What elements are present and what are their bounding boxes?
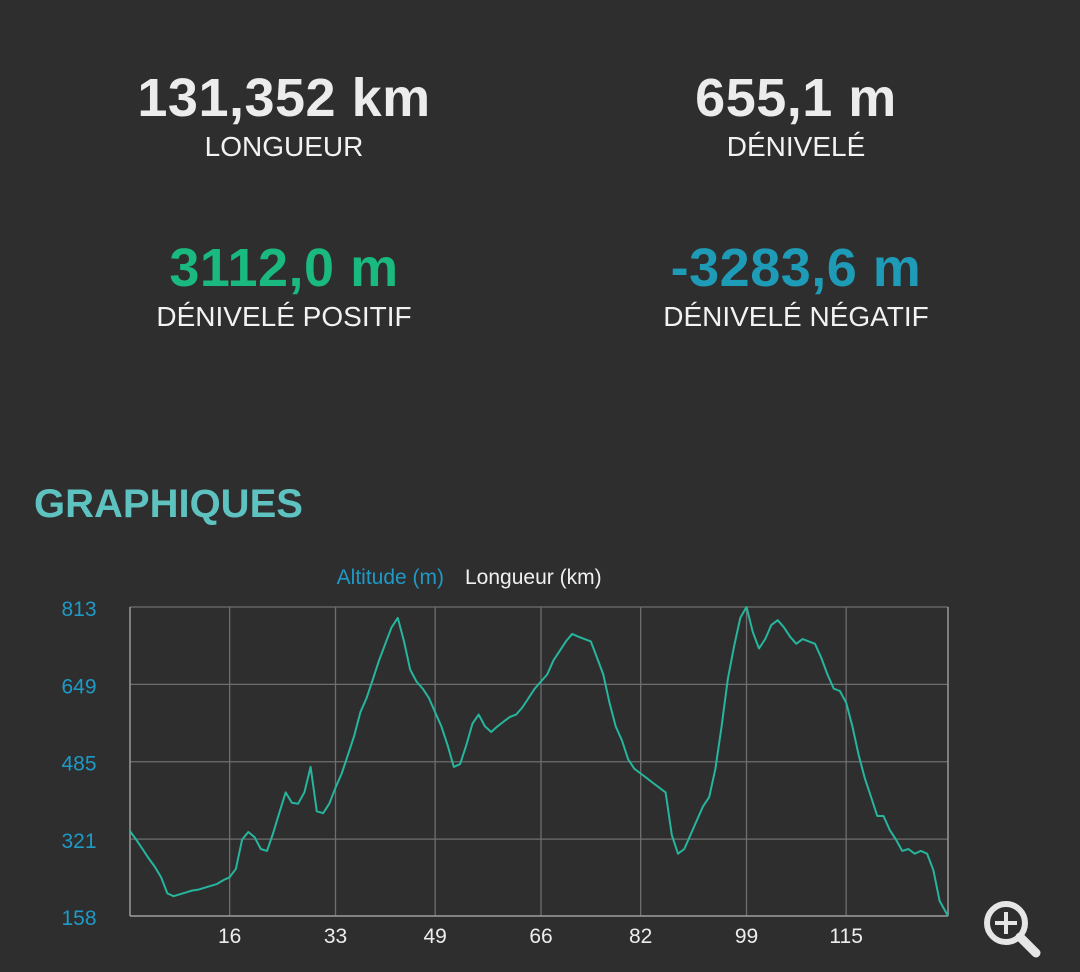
stat-positive-elevation: 3112,0 m DÉNIVELÉ POSITIF [24,238,544,334]
altitude-chart[interactable]: 158 321 485 649 813 16 33 49 66 82 99 115 Altitude (… [0,550,1080,972]
x-tick-label: 66 [529,925,552,948]
x-tick-label: 82 [629,925,652,948]
length-label: LONGUEUR [204,131,364,162]
elevation-label: DÉNIVELÉ [726,131,866,162]
elevation-value: 655,1 m [695,68,897,128]
negative-elevation-value: -3283,6 m [670,238,922,298]
x-tick-label: 99 [735,925,758,948]
negative-elevation-label: DÉNIVELÉ NÉGATIF [663,301,929,332]
zoom-in-icon[interactable] [976,893,1048,965]
y-tick-label: 649 [61,675,96,698]
positive-elevation-value: 3112,0 m [169,238,399,298]
length-value: 131,352 km [137,68,431,128]
positive-elevation-label: DÉNIVELÉ POSITIF [156,301,412,332]
y-tick-label: 813 [61,598,96,621]
x-tick-label: 49 [423,925,446,948]
legend-altitude: Altitude (m) [337,566,444,589]
legend-length: Longueur (km) [465,566,602,589]
section-title: GRAPHIQUES [34,482,303,526]
y-tick-label: 321 [61,830,96,853]
x-tick-label: 16 [218,925,241,948]
stat-negative-elevation: -3283,6 m DÉNIVELÉ NÉGATIF [536,238,1056,334]
stat-elevation: 655,1 m DÉNIVELÉ [536,68,1056,164]
y-tick-label: 485 [61,753,96,776]
x-tick-label: 115 [829,925,862,948]
y-tick-label: 158 [61,907,96,930]
stat-length: 131,352 km LONGUEUR [24,68,544,164]
x-tick-label: 33 [324,925,347,948]
